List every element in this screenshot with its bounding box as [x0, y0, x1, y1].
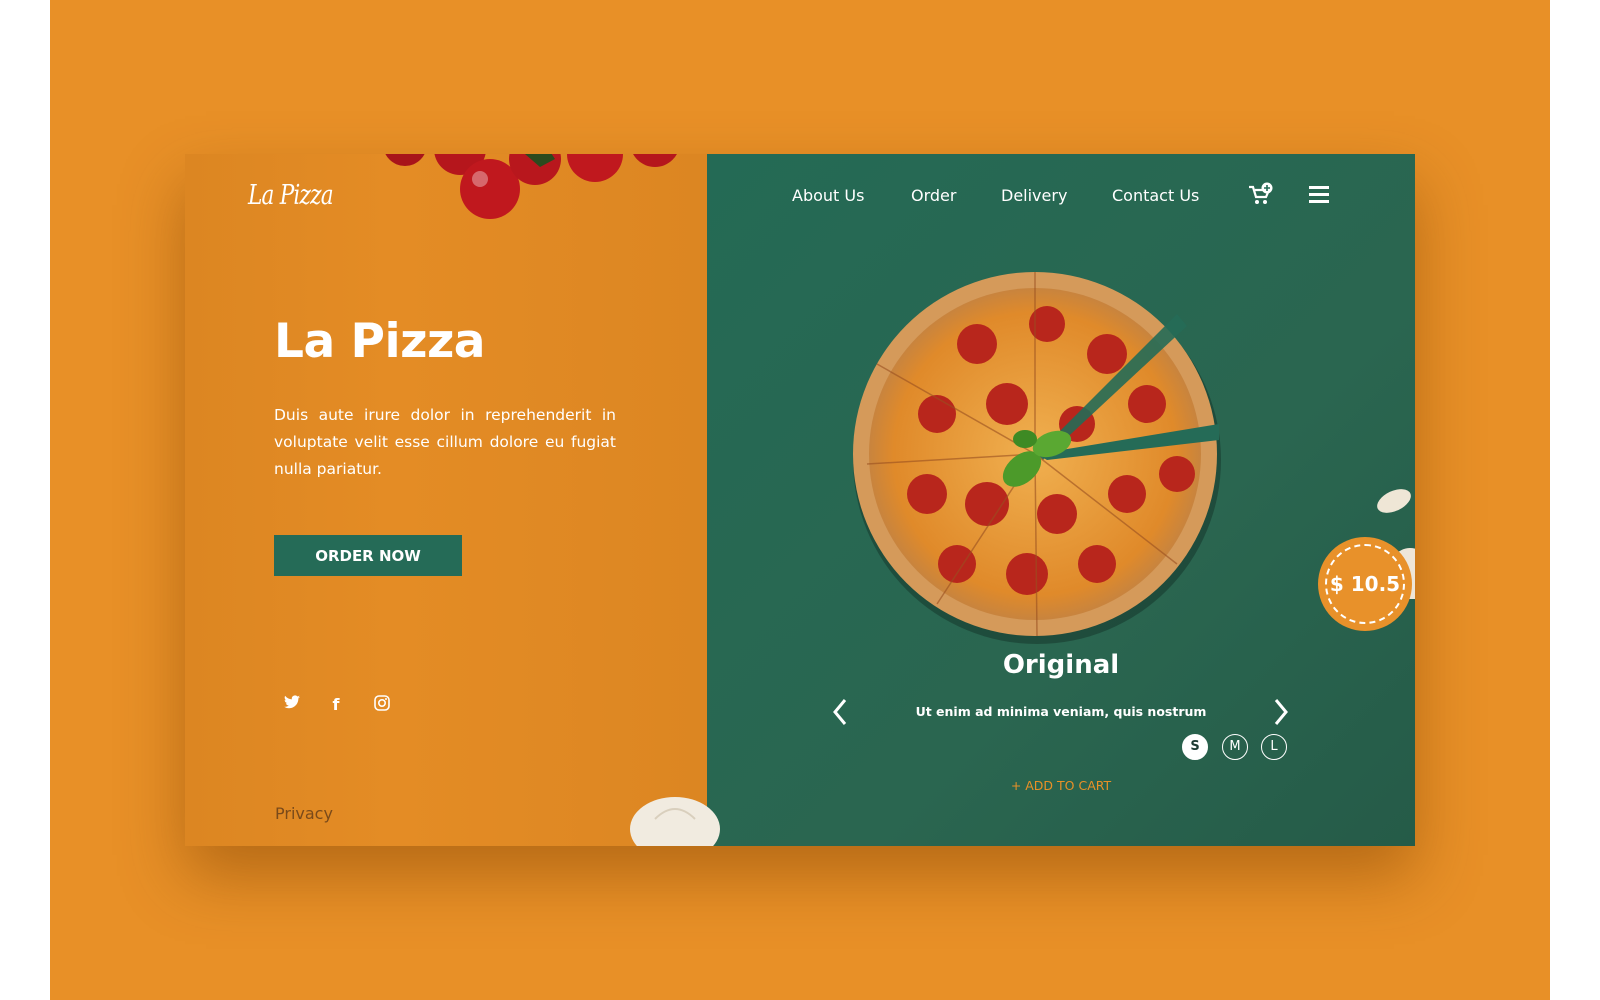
- facebook-icon[interactable]: f: [325, 695, 347, 714]
- nav-about-us[interactable]: About Us: [792, 186, 864, 205]
- order-now-button[interactable]: ORDER NOW: [274, 535, 462, 576]
- left-panel: La Pizza La Pizza Duis aute irure dolor …: [185, 154, 707, 846]
- price-value: $ 10.5: [1325, 544, 1405, 624]
- product-name: Original: [1002, 650, 1120, 680]
- price-badge: $ 10.5: [1318, 537, 1412, 631]
- nav-order[interactable]: Order: [911, 186, 956, 205]
- landing-card: La Pizza La Pizza Duis aute irure dolor …: [185, 154, 1415, 846]
- twitter-icon[interactable]: [281, 695, 303, 714]
- right-panel: About Us Order Delivery Contact Us $ 10.…: [707, 154, 1415, 846]
- cart-plus-icon[interactable]: [1248, 182, 1274, 206]
- size-l-option[interactable]: L: [1261, 734, 1287, 760]
- brand-logo[interactable]: La Pizza: [248, 180, 334, 211]
- privacy-link[interactable]: Privacy: [275, 804, 333, 823]
- tomatoes-decoration: [385, 154, 677, 219]
- hero-title: La Pizza: [274, 314, 486, 369]
- add-to-cart-link[interactable]: + ADD TO CART: [707, 778, 1415, 793]
- instagram-icon[interactable]: [371, 695, 393, 716]
- chevron-left-icon[interactable]: [832, 698, 848, 726]
- product-subtitle: Ut enim ad minima veniam, quis nostrum: [915, 704, 1207, 719]
- nav-delivery[interactable]: Delivery: [1001, 186, 1067, 205]
- size-m-option[interactable]: M: [1222, 734, 1248, 760]
- garlic-bulb-decoration: [630, 797, 720, 846]
- hamburger-menu-icon[interactable]: [1309, 186, 1329, 203]
- chevron-right-icon[interactable]: [1273, 698, 1289, 726]
- nav-contact-us[interactable]: Contact Us: [1112, 186, 1199, 205]
- pizza-image: [853, 272, 1221, 644]
- hero-description: Duis aute irure dolor in reprehenderit i…: [274, 406, 616, 478]
- size-s-option[interactable]: S: [1182, 734, 1208, 760]
